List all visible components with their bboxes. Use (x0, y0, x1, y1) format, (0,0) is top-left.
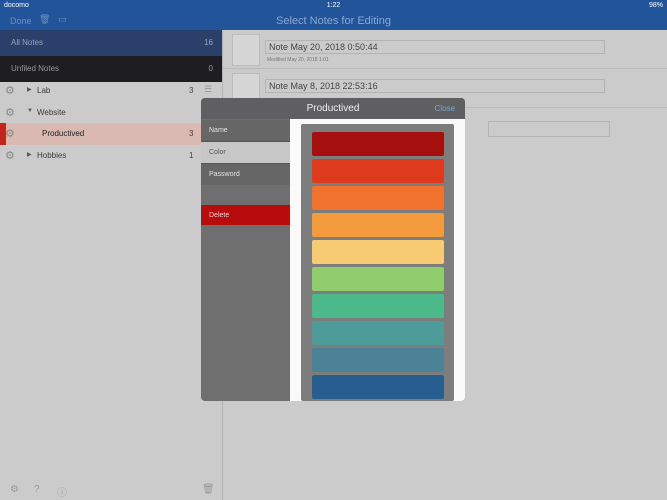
close-button[interactable]: Close (435, 104, 455, 113)
sidebar-item-label: All Notes (11, 38, 44, 47)
page-title: Select Notes for Editing (276, 15, 391, 27)
help-icon[interactable]: ? (34, 484, 40, 495)
menu-item-label: Password (209, 171, 240, 178)
menu-item-label: Delete (209, 212, 230, 219)
top-bar: docomo 1:22 98% Done 🗑 ▭ Select Notes fo… (0, 0, 667, 30)
color-swatch[interactable] (312, 375, 444, 399)
disclosure-right-icon[interactable]: ▶ (27, 151, 32, 158)
sidebar-item-count: 0 (208, 64, 213, 73)
info-icon[interactable]: ⓘ (57, 484, 67, 499)
color-picker-panel (290, 119, 465, 401)
sidebar-item-all-notes[interactable]: All Notes 16 (0, 30, 222, 56)
folder-count: 3 (189, 86, 194, 95)
color-swatch[interactable] (312, 294, 444, 318)
color-swatch[interactable] (312, 267, 444, 291)
sidebar-item-count: 16 (204, 38, 213, 47)
sidebar-item-lab[interactable]: ⚙ ▶ Lab 3 ☰ (0, 80, 222, 102)
folder-count: 1 (189, 151, 194, 160)
status-bar: docomo 1:22 98% (0, 0, 667, 12)
note-title: Note May 8, 2018 22:53:16 (265, 79, 605, 93)
dialog-title: Productived (306, 103, 360, 114)
note-title-field (488, 121, 610, 137)
battery-label: 98% (648, 2, 663, 9)
note-thumbnail (232, 34, 260, 66)
gear-icon[interactable]: ⚙ (5, 149, 15, 162)
folder-name: Website (37, 108, 66, 117)
disclosure-down-icon[interactable]: ▼ (27, 108, 33, 114)
disclosure-right-icon[interactable]: ▶ (27, 86, 32, 93)
delete-button[interactable]: Delete (201, 205, 290, 225)
color-swatch[interactable] (312, 321, 444, 345)
menu-item-label: Color (209, 149, 226, 156)
gear-icon[interactable]: ⚙ (5, 106, 15, 119)
sidebar-toolbar: ⚙ ? ⓘ 🗑 (0, 476, 222, 500)
reorder-handle-icon[interactable]: ☰ (204, 84, 212, 95)
color-swatch[interactable] (312, 186, 444, 210)
folder-name: Lab (37, 86, 51, 95)
gear-icon[interactable]: ⚙ (5, 84, 15, 97)
color-swatch[interactable] (312, 213, 444, 237)
folder-name: Hobbies (37, 151, 67, 160)
sidebar-item-unfiled-notes[interactable]: Unfiled Notes 0 (0, 56, 222, 82)
color-swatch-list (301, 124, 454, 401)
sidebar-item-productived[interactable]: ⚙ Productived 3 (0, 123, 222, 145)
dialog-header: Productived Close (201, 98, 465, 119)
trash-icon[interactable]: 🗑 (202, 484, 215, 495)
note-modified: Modified May 20, 2018 1:01 (267, 57, 329, 63)
menu-item-name[interactable]: Name (201, 120, 290, 141)
sidebar-item-label: Unfiled Notes (11, 64, 60, 73)
color-swatch[interactable] (312, 240, 444, 264)
sidebar-item-website[interactable]: ⚙ ▼ Website (0, 102, 222, 124)
note-title: Note May 20, 2018 0:50:44 (265, 40, 605, 54)
menu-item-password[interactable]: Password (201, 164, 290, 185)
menu-item-color[interactable]: Color (201, 142, 290, 163)
list-item[interactable]: Note May 20, 2018 0:50:44 Modified May 2… (223, 30, 667, 69)
clock: 1:22 (326, 2, 341, 9)
folder-name: Productived (42, 129, 85, 138)
folder-count: 3 (189, 129, 194, 138)
menu-item-label: Name (209, 127, 228, 134)
folder-settings-dialog: Productived Close Name Color Password De… (201, 98, 465, 401)
color-swatch[interactable] (312, 348, 444, 372)
gear-icon[interactable]: ⚙ (5, 127, 15, 140)
color-swatch[interactable] (312, 132, 444, 156)
color-swatch[interactable] (312, 159, 444, 183)
settings-icon[interactable]: ⚙ (10, 484, 19, 495)
sidebar: All Notes 16 Unfiled Notes 0 ⚙ ▶ Lab 3 ☰… (0, 30, 223, 500)
sidebar-item-hobbies[interactable]: ⚙ ▶ Hobbies 1 (0, 145, 222, 167)
